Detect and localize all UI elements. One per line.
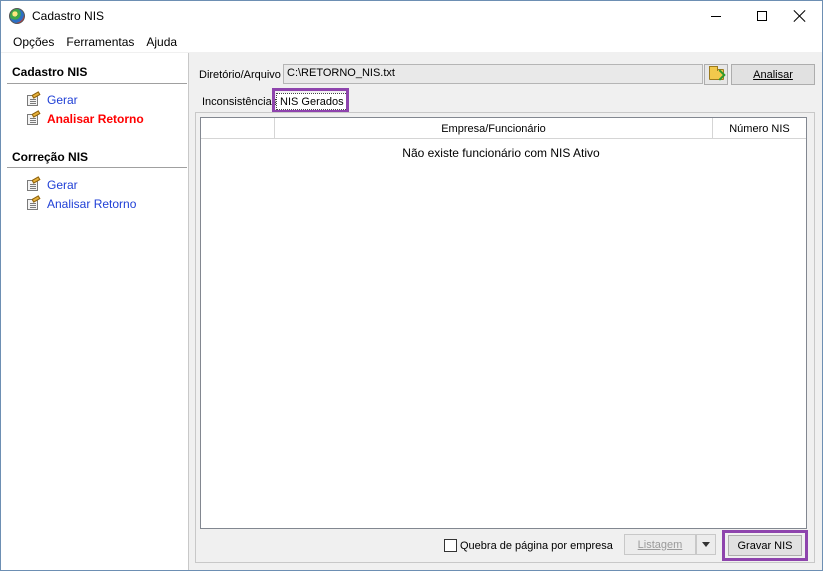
listing-button[interactable]: Listagem [624, 534, 696, 555]
close-button[interactable] [777, 1, 822, 31]
app-icon [9, 8, 25, 24]
title-bar: Cadastro NIS [1, 1, 822, 31]
edit-document-icon [25, 195, 41, 211]
minimize-button[interactable] [693, 1, 739, 31]
menu-opcoes[interactable]: Opções [7, 35, 60, 49]
analyze-button[interactable]: Analisar [731, 64, 815, 85]
section-divider [7, 83, 187, 84]
sidebar-item-label: Gerar [47, 178, 78, 192]
page-break-option[interactable]: Quebra de página por empresa [444, 539, 613, 552]
column-header-empresa-funcionario[interactable]: Empresa/Funcionário [275, 118, 713, 139]
section-title-correcao: Correção NIS [12, 150, 89, 164]
sidebar-item-label: Analisar Retorno [47, 197, 137, 211]
menu-ajuda[interactable]: Ajuda [140, 35, 183, 49]
task-sidebar: Cadastro NIS Gerar Analisar Retorno Corr… [1, 53, 189, 570]
file-path-input[interactable]: C:\RETORNO_NIS.txt [283, 64, 703, 84]
minimize-icon [711, 15, 721, 17]
maximize-icon [757, 11, 767, 21]
window-title: Cadastro NIS [32, 9, 105, 23]
column-header-numero-nis[interactable]: Número NIS [713, 118, 806, 139]
page-break-checkbox[interactable] [444, 539, 457, 552]
sidebar-item-cadastro-analisar-retorno[interactable]: Analisar Retorno [25, 110, 144, 127]
listing-dropdown-button[interactable] [696, 534, 716, 555]
file-path-label: Diretório/Arquivo [199, 69, 281, 81]
close-icon [794, 10, 806, 22]
column-header-selection[interactable] [201, 118, 275, 139]
tab-highlight-box [272, 88, 349, 113]
section-title-cadastro: Cadastro NIS [12, 65, 88, 79]
save-highlight-box [722, 530, 808, 561]
edit-document-icon [25, 110, 41, 126]
menu-bar: Opções Ferramentas Ajuda [1, 31, 822, 52]
sidebar-item-cadastro-gerar[interactable]: Gerar [25, 91, 78, 108]
browse-folder-button[interactable] [704, 64, 728, 85]
tab-inconsistencias[interactable]: Inconsistências [199, 93, 280, 111]
open-folder-icon [708, 66, 724, 80]
sidebar-item-correcao-analisar-retorno[interactable]: Analisar Retorno [25, 195, 137, 212]
sidebar-item-label: Analisar Retorno [47, 112, 144, 126]
page-break-label: Quebra de página por empresa [460, 539, 613, 552]
edit-document-icon [25, 91, 41, 107]
section-divider [7, 167, 187, 168]
results-grid[interactable]: Empresa/Funcionário Número NIS Não exist… [200, 117, 807, 529]
sidebar-item-correcao-gerar[interactable]: Gerar [25, 176, 78, 193]
app-window: Cadastro NIS Opções Ferramentas Ajuda Ca… [0, 0, 823, 571]
grid-header: Empresa/Funcionário Número NIS [201, 118, 806, 139]
chevron-down-icon [702, 542, 710, 547]
empty-grid-message: Não existe funcionário com NIS Ativo [402, 146, 600, 160]
edit-document-icon [25, 176, 41, 192]
menu-ferramentas[interactable]: Ferramentas [60, 35, 140, 49]
sidebar-item-label: Gerar [47, 93, 78, 107]
